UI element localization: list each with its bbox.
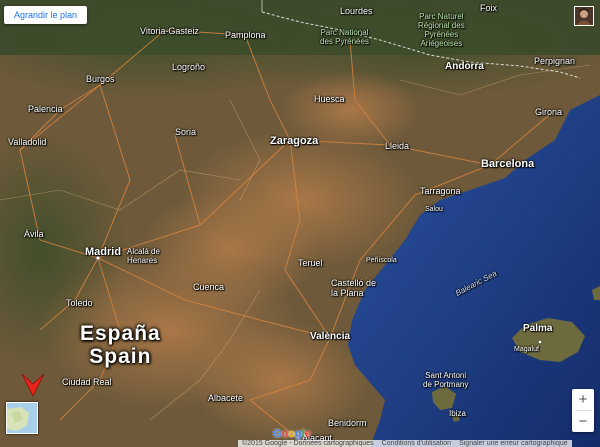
terms-link[interactable]: Conditions d'utilisation — [382, 440, 451, 447]
country-label-es: España — [80, 322, 161, 345]
zoom-out-button[interactable]: − — [572, 411, 594, 432]
city-label-huesca: Huesca — [314, 94, 345, 104]
city-label-foix: Foix — [480, 3, 498, 13]
city-label-barcelona: Barcelona — [481, 158, 535, 170]
zoom-control: + − — [572, 389, 594, 432]
country-label: España Spain — [80, 322, 161, 368]
country-label-en: Spain — [89, 345, 152, 368]
city-label-pamplona: Pamplona — [225, 30, 266, 40]
city-label-soria: Soria — [175, 127, 197, 137]
city-label-valladolid: Valladolid — [8, 137, 47, 147]
city-label-magaluf: Magaluf — [514, 346, 539, 353]
city-label-vitoria: Vitoria-Gasteiz — [140, 26, 199, 36]
city-label-zaragoza: Zaragoza — [270, 135, 319, 147]
map-viewport[interactable]: Vitoria-Gasteiz Pamplona Lourdes Foix Bu… — [0, 0, 600, 447]
city-label-toledo: Toledo — [66, 298, 93, 308]
city-label-avila: Ávila — [24, 229, 44, 239]
google-logo-e: e — [304, 428, 311, 440]
city-label-salou: Salou — [425, 206, 443, 213]
map-footer: ©2015 Google - Données cartographiques C… — [238, 440, 572, 447]
city-label-andorra: Andorra — [445, 61, 484, 72]
city-label-ibiza: Ibiza — [449, 409, 466, 418]
minimap-thumbnail[interactable] — [6, 402, 38, 434]
city-label-teruel: Teruel — [298, 258, 323, 268]
city-label-ciudad-real: Ciudad Real — [62, 377, 112, 387]
city-label-lleida: Lleida — [385, 141, 410, 151]
park-label-pyrenees: Parc National des Pyrénées — [320, 28, 369, 46]
user-avatar[interactable] — [574, 6, 594, 26]
city-label-perpignan: Perpignan — [534, 56, 576, 66]
minimap-icon — [7, 403, 37, 433]
city-label-girona: Girona — [535, 107, 563, 117]
city-label-sant-antoni: Sant Antoni de Portmany — [423, 371, 469, 389]
city-label-burgos: Burgos — [86, 74, 115, 84]
park-label-ariegeoises: Parc Naturel Régional des Pyrénées Ariég… — [418, 12, 465, 48]
city-label-benidorm: Benidorm — [328, 418, 367, 428]
red-arrow-marker-icon — [21, 373, 45, 397]
city-label-peniscola: Peñíscola — [366, 257, 397, 264]
copyright-text: ©2015 Google - Données cartographiques — [242, 440, 374, 447]
city-label-cuenca: Cuenca — [193, 282, 225, 292]
city-label-albacete: Albacete — [208, 393, 244, 403]
city-label-lourdes: Lourdes — [340, 6, 373, 16]
city-label-valencia: València — [310, 331, 351, 342]
city-label-tarragona: Tarragona — [420, 186, 461, 196]
city-label-palma: Palma — [523, 323, 553, 334]
avatar-image-icon — [575, 7, 593, 25]
city-label-castello: Castelló de la Plana — [331, 278, 377, 298]
city-label-palencia: Palencia — [28, 104, 63, 114]
report-error-link[interactable]: Signaler une erreur cartographique — [459, 440, 568, 447]
city-label-madrid: Madrid — [85, 246, 122, 258]
enlarge-map-button[interactable]: Agrandir le plan — [4, 6, 88, 24]
zoom-in-button[interactable]: + — [572, 389, 594, 410]
google-logo: Google — [273, 428, 311, 440]
google-logo-g1: G — [273, 428, 282, 440]
city-label-alcala: Alcalá de Henares — [127, 247, 160, 265]
city-label-logrono: Logroño — [172, 62, 206, 72]
google-logo-g2: g — [295, 428, 302, 440]
